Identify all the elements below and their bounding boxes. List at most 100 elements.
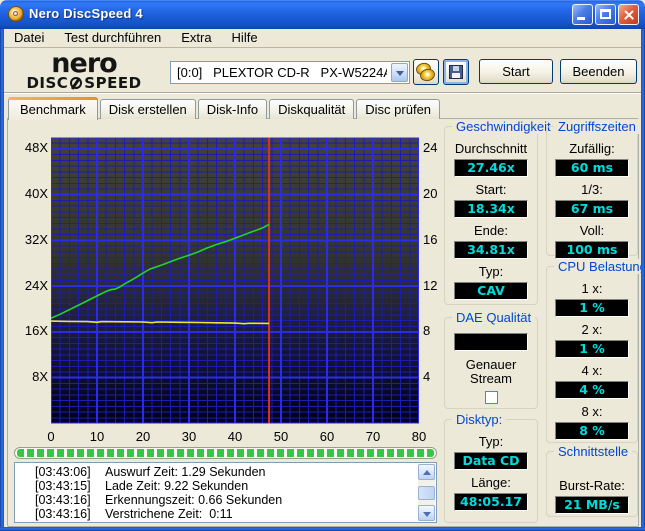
tab-benchmark[interactable]: Benchmark [8, 97, 98, 120]
tab-diskqualit-t[interactable]: Diskqualität [269, 99, 355, 119]
scroll-down-icon[interactable] [418, 505, 435, 521]
panel-cpu-belastung: CPU Belastung 1 x: 1 % 2 x: 1 % 4 x: 4 % 8 x: 8… [546, 259, 645, 443]
test-progress-bar [14, 447, 437, 459]
x-axis-tick: 0 [47, 429, 55, 444]
log-message: Erkennungszeit: 0.66 Sekunden [105, 493, 283, 507]
tab-disc-pr-fen[interactable]: Disc prüfen [356, 99, 441, 119]
progress-fill [17, 449, 434, 457]
window-border-bottom [0, 527, 645, 531]
log-timestamp: [03:43:16] [35, 507, 91, 521]
dae-value-box [454, 333, 528, 351]
y-axis-left-tick: 40X [24, 186, 48, 202]
field-value-display: 1 % [555, 299, 629, 317]
close-button[interactable] [618, 4, 639, 25]
y-axis-left-tick: 8X [32, 369, 48, 385]
x-axis-tick: 60 [319, 429, 335, 444]
field-label: 1 x: [581, 281, 603, 296]
field-label: 8 x: [581, 404, 603, 419]
field-value-display: 67 ms [555, 200, 629, 218]
minimize-icon [577, 17, 585, 20]
panel-schnittstelle: Schnittstelle Burst-Rate: 21 MB/s [546, 444, 638, 517]
x-axis-tick: 70 [365, 429, 381, 444]
scroll-thumb[interactable] [418, 486, 435, 500]
field-label: 2 x: [581, 322, 603, 337]
field-list: Typ: Data CD Länge: 48:05.17 [445, 429, 537, 511]
menu-item-hilfe[interactable]: Hilfe [222, 28, 268, 48]
log-timestamp: [03:43:16] [35, 493, 91, 507]
field-label: Typ: [478, 264, 504, 279]
field-list: Durchschnitt 27.46x Start: 18.34x Ende: 34.81… [445, 136, 537, 300]
field: Zufällig: 60 ms [555, 141, 629, 177]
benchmark-chart [51, 137, 419, 424]
log-message: Auswurf Zeit: 1.29 Sekunden [105, 465, 266, 479]
genauer-stream-checkbox[interactable] [484, 391, 498, 404]
log-line: [03:43:06] Auswurf Zeit: 1.29 Sekunden [35, 465, 436, 479]
floppy-save-icon [449, 65, 463, 79]
eject-disc-button[interactable] [413, 59, 439, 85]
nero-discspeed-logo: nero DISC SPEED [16, 48, 152, 92]
field-label: Voll: [579, 223, 605, 238]
menu-item-datei[interactable]: Datei [4, 28, 54, 48]
field: Typ: CAV [454, 264, 528, 300]
field-list: Zufällig: 60 ms 1/3: 67 ms Voll: 100 ms [547, 136, 637, 259]
field-value-display: 21 MB/s [555, 496, 629, 514]
app-disc-icon [8, 6, 24, 22]
chevron-down-icon[interactable] [391, 63, 408, 82]
logo-discspeed-text: DISC SPEED [26, 74, 142, 92]
y-axis-left-tick: 16X [24, 323, 48, 339]
window-border-right [641, 29, 645, 531]
y-axis-left-tick: 48X [24, 140, 48, 156]
maximize-icon [600, 9, 611, 19]
window-title: Nero DiscSpeed 4 [29, 6, 143, 21]
field-value-display: 27.46x [454, 159, 528, 177]
menu-item-test-durchf-hren[interactable]: Test durchführen [54, 28, 171, 48]
field: Burst-Rate: 21 MB/s [555, 478, 629, 514]
field: Start: 18.34x [454, 182, 528, 218]
log-scrollbar[interactable] [418, 464, 435, 521]
log-line: [03:43:16] Erkennungszeit: 0.66 Sekunden [35, 493, 436, 507]
field: 1 x: 1 % [555, 281, 629, 317]
log-listbox[interactable]: [03:43:06] Auswurf Zeit: 1.29 Sekunden [03… [14, 462, 437, 523]
minimize-button[interactable] [572, 4, 593, 25]
field-value-display: Data CD [454, 452, 528, 470]
field-value-display: 8 % [555, 422, 629, 440]
menu-bar: Datei Test durchführen Extra Hilfe [4, 29, 641, 48]
drive-select[interactable]: [0:0] PLEXTOR CD-R PX-W5224A 1.04 [170, 61, 410, 84]
save-button[interactable] [443, 59, 469, 85]
title-bar[interactable]: Nero DiscSpeed 4 [0, 0, 645, 29]
panel-title: Geschwindigkeit [452, 119, 555, 134]
field: Typ: Data CD [454, 434, 528, 470]
panel-dae-qualitaet: DAE Qualität Genauer Stream [444, 310, 538, 409]
logo-nero-text: nero [51, 48, 117, 79]
field-value-display: 18.34x [454, 200, 528, 218]
field-label: Typ: [478, 434, 504, 449]
quit-button[interactable]: Beenden [560, 59, 637, 84]
log-line: [03:43:16] Verstrichene Zeit: 0:11 [35, 507, 436, 521]
tab-disk-info[interactable]: Disk-Info [197, 99, 268, 119]
panel-title: Disktyp: [452, 412, 507, 427]
panel-geschwindigkeit: Geschwindigkeit Durchschnitt 27.46x Start:… [444, 119, 555, 305]
panel-zugriffszeiten: Zugriffszeiten Zufällig: 60 ms 1/3: 67 ms Vo… [546, 119, 640, 259]
field-list: Burst-Rate: 21 MB/s [547, 473, 637, 514]
field-value-display: 100 ms [555, 241, 629, 259]
toolbar-separator [4, 92, 641, 94]
field: 2 x: 1 % [555, 322, 629, 358]
maximize-button[interactable] [595, 4, 616, 25]
genauer-stream-label: Genauer Stream [465, 357, 517, 386]
start-button[interactable]: Start [479, 59, 553, 84]
y-axis-left-tick: 32X [24, 231, 48, 247]
scroll-up-icon[interactable] [418, 464, 435, 480]
x-axis-tick: 30 [181, 429, 197, 444]
field: Voll: 100 ms [555, 223, 629, 259]
x-axis-tick: 20 [135, 429, 151, 444]
tab-disk-erstellen[interactable]: Disk erstellen [99, 99, 196, 119]
field: 4 x: 4 % [555, 363, 629, 399]
field-label: Länge: [471, 475, 511, 490]
log-lines: [03:43:06] Auswurf Zeit: 1.29 Sekunden [03… [15, 463, 436, 521]
field-label: Durchschnitt [454, 141, 528, 156]
menu-item-extra[interactable]: Extra [171, 28, 221, 48]
field: 8 x: 8 % [555, 404, 629, 440]
y-axis-left-tick: 24X [24, 277, 48, 293]
log-message: Verstrichene Zeit: 0:11 [105, 507, 233, 521]
x-axis-tick: 80 [411, 429, 427, 444]
